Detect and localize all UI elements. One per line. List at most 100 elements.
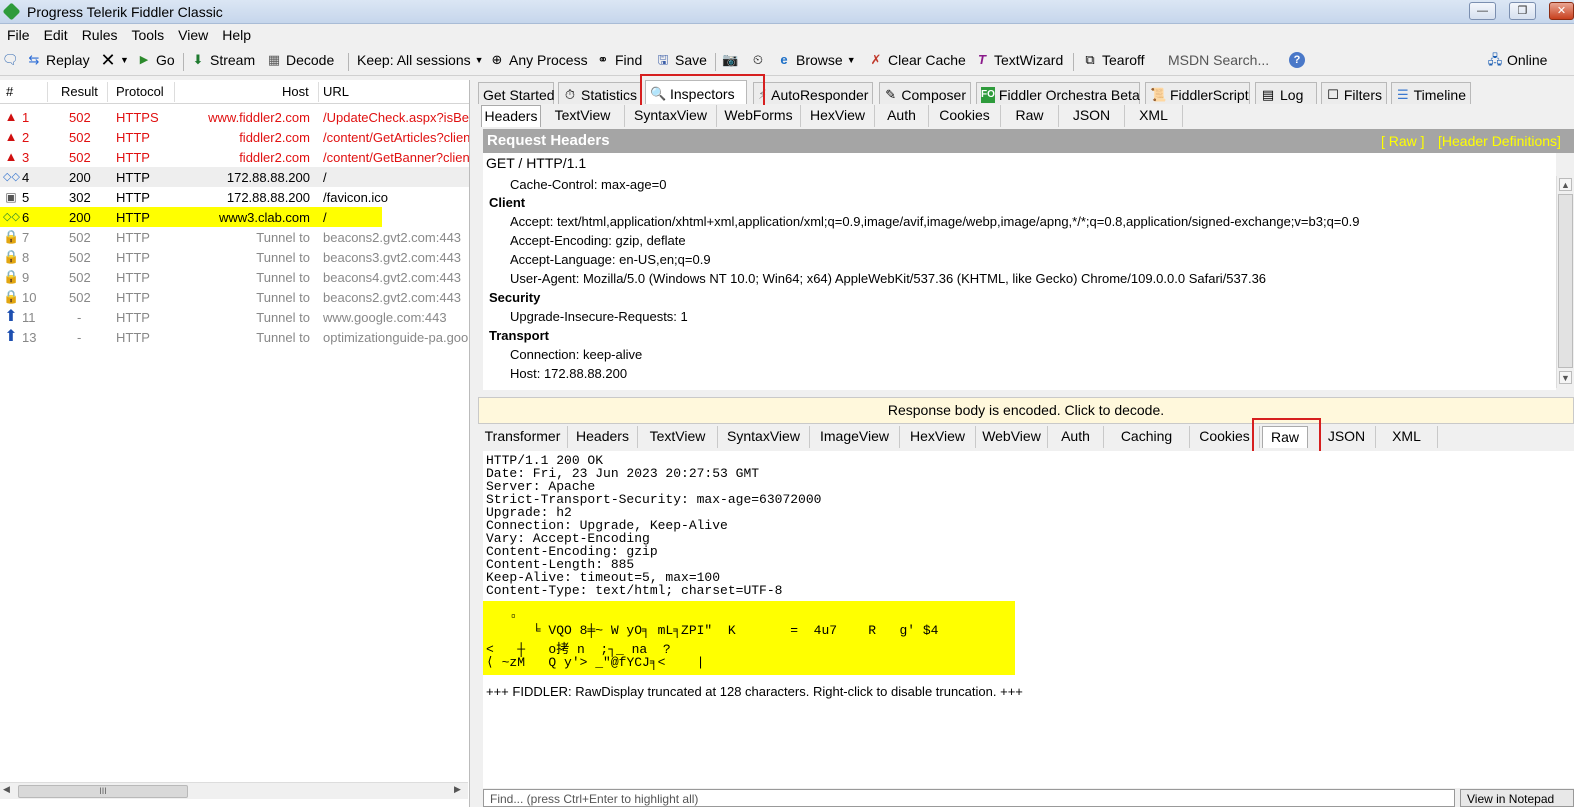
session-row[interactable]: ◇◇ 4 200 HTTP 172.88.88.200 /: [0, 167, 469, 187]
req-tab-webforms[interactable]: WebForms: [717, 105, 801, 127]
tearoff-button[interactable]: ⧉ Tearoff: [1082, 52, 1144, 68]
req-tab-auth[interactable]: Auth: [875, 105, 929, 127]
session-row[interactable]: 🔒 7 502 HTTP Tunnel to beacons2.gvt2.com…: [0, 227, 469, 247]
go-button[interactable]: ▶ Go: [136, 52, 175, 68]
session-num: 9: [22, 270, 30, 285]
resp-tab-webview[interactable]: WebView: [976, 426, 1048, 448]
save-button[interactable]: 🖫 Save: [655, 52, 707, 68]
replay-button[interactable]: ⇆ Replay: [26, 52, 90, 68]
minimize-button[interactable]: —: [1469, 2, 1496, 20]
msdn-search-input[interactable]: MSDN Search...: [1168, 52, 1269, 68]
resp-tab-syntaxview[interactable]: SyntaxView: [718, 426, 810, 448]
session-list-header: # Result Protocol Host URL: [0, 80, 469, 104]
header-definitions-link[interactable]: [Header Definitions]: [1438, 133, 1561, 149]
network-online-icon: 🖧: [1487, 52, 1503, 67]
session-row[interactable]: ⬆ 11 - HTTP Tunnel to www.google.com:443: [0, 307, 469, 327]
tab-inspectors[interactable]: 🔍 Inspectors: [645, 80, 747, 104]
tab-fiddlerscript[interactable]: 📜 FiddlerScript: [1145, 82, 1250, 104]
resp-tab-imageview[interactable]: ImageView: [810, 426, 900, 448]
help-button[interactable]: ?: [1289, 52, 1305, 68]
decode-button[interactable]: ▦ Decode: [266, 52, 334, 68]
decode-notice-bar[interactable]: Response body is encoded. Click to decod…: [478, 397, 1574, 424]
tab-get-started[interactable]: Get Started: [478, 82, 555, 104]
req-tab-textview[interactable]: TextView: [541, 105, 625, 127]
menu-tools[interactable]: Tools: [124, 25, 171, 45]
header-accept: Accept: text/html,application/xhtml+xml,…: [510, 214, 1360, 229]
tab-autoresponder[interactable]: ⚡ AutoResponder: [753, 82, 873, 104]
session-row-selected[interactable]: ◇◇ 6 200 HTTP www3.clab.com /: [0, 207, 469, 227]
browse-button[interactable]: e Browse ▼: [776, 52, 855, 68]
session-row[interactable]: ⬆ 13 - HTTP Tunnel to optimizationguide-…: [0, 327, 469, 347]
session-row[interactable]: 🔒 9 502 HTTP Tunnel to beacons4.gvt2.com…: [0, 267, 469, 287]
col-protocol[interactable]: Protocol: [116, 84, 164, 99]
req-tab-cookies[interactable]: Cookies: [929, 105, 1001, 127]
session-row[interactable]: 🔒 10 502 HTTP Tunnel to beacons2.gvt2.co…: [0, 287, 469, 307]
req-tab-syntaxview[interactable]: SyntaxView: [625, 105, 717, 127]
menu-rules[interactable]: Rules: [75, 25, 125, 45]
timer-button[interactable]: ⏲: [750, 52, 766, 68]
session-row[interactable]: ▲ 3 502 HTTP fiddler2.com /content/GetBa…: [0, 147, 469, 167]
maximize-button[interactable]: ❐: [1509, 2, 1536, 20]
tab-label: Log: [1280, 86, 1304, 103]
resp-tab-transformer[interactable]: Transformer: [478, 426, 568, 448]
close-button[interactable]: ✕: [1549, 2, 1574, 20]
online-indicator[interactable]: 🖧 Online: [1487, 52, 1548, 68]
request-vertical-scrollbar[interactable]: ▲ ▼: [1556, 176, 1574, 388]
tab-statistics[interactable]: ⏱ Statistics: [558, 82, 642, 104]
scroll-up-icon[interactable]: ▲: [1559, 178, 1572, 191]
req-tab-json[interactable]: JSON: [1059, 105, 1125, 127]
resp-tab-xml[interactable]: XML: [1376, 426, 1438, 448]
resp-tab-hexview[interactable]: HexView: [900, 426, 976, 448]
scroll-thumb[interactable]: [1558, 194, 1573, 368]
keep-sessions-dropdown[interactable]: Keep: All sessions ▼: [357, 52, 484, 68]
req-tab-xml[interactable]: XML: [1125, 105, 1183, 127]
resp-tab-textview[interactable]: TextView: [638, 426, 718, 448]
screenshot-button[interactable]: 📷: [722, 52, 738, 68]
horizontal-scrollbar[interactable]: ◀ III ▶: [0, 782, 468, 799]
raw-link[interactable]: [ Raw ]: [1381, 133, 1425, 149]
tab-timeline[interactable]: ☰ Timeline: [1391, 82, 1471, 104]
resp-tab-caching[interactable]: Caching: [1104, 426, 1190, 448]
tab-filters[interactable]: ☐ Filters: [1321, 82, 1387, 104]
resp-tab-json[interactable]: JSON: [1318, 426, 1376, 448]
col-result[interactable]: Result: [61, 84, 98, 99]
save-label: Save: [675, 52, 707, 68]
scroll-left-icon[interactable]: ◀: [3, 784, 10, 795]
stream-button[interactable]: ⬇ Stream: [190, 52, 256, 68]
scroll-thumb[interactable]: III: [18, 785, 188, 798]
find-input[interactable]: Find... (press Ctrl+Enter to highlight a…: [483, 789, 1455, 807]
menu-edit[interactable]: Edit: [37, 25, 75, 45]
menu-view[interactable]: View: [171, 25, 215, 45]
menu-help[interactable]: Help: [215, 25, 258, 45]
any-process-button[interactable]: ⊕ Any Process: [489, 52, 588, 68]
clear-cache-button[interactable]: ✗ Clear Cache: [868, 52, 966, 68]
pane-splitter[interactable]: [470, 80, 478, 807]
req-tab-hexview[interactable]: HexView: [801, 105, 875, 127]
session-row[interactable]: 🔒 8 502 HTTP Tunnel to beacons3.gvt2.com…: [0, 247, 469, 267]
tab-fiddler-orchestra[interactable]: FO Fiddler Orchestra Beta: [976, 82, 1140, 104]
scroll-down-icon[interactable]: ▼: [1559, 371, 1572, 384]
col-host[interactable]: Host: [282, 84, 309, 99]
req-tab-raw[interactable]: Raw: [1001, 105, 1059, 127]
col-url[interactable]: URL: [323, 84, 349, 99]
comment-button[interactable]: 🗨: [2, 52, 19, 68]
session-row[interactable]: ▲ 1 502 HTTPS www.fiddler2.com /UpdateCh…: [0, 107, 469, 127]
scroll-right-icon[interactable]: ▶: [454, 784, 461, 795]
tab-composer[interactable]: ✎ Composer: [879, 82, 971, 104]
view-in-notepad-button[interactable]: View in Notepad: [1460, 789, 1574, 807]
session-row[interactable]: ▲ 2 502 HTTP fiddler2.com /content/GetAr…: [0, 127, 469, 147]
tab-log[interactable]: ▤ Log: [1255, 82, 1317, 104]
find-button[interactable]: ⚭ Find: [595, 52, 643, 68]
resp-tab-raw[interactable]: Raw: [1262, 426, 1308, 448]
menu-file[interactable]: File: [0, 25, 37, 45]
resp-tab-auth[interactable]: Auth: [1048, 426, 1104, 448]
req-tab-headers[interactable]: Headers: [481, 105, 541, 127]
response-raw-view[interactable]: HTTP/1.1 200 OK Date: Fri, 23 Jun 2023 2…: [483, 451, 1574, 788]
col-num[interactable]: #: [6, 84, 13, 99]
textwizard-label: TextWizard: [994, 52, 1064, 68]
resp-tab-headers[interactable]: Headers: [568, 426, 638, 448]
remove-button[interactable]: ✕ ▼: [100, 51, 128, 69]
session-row[interactable]: ▣ 5 302 HTTP 172.88.88.200 /favicon.ico: [0, 187, 469, 207]
resp-tab-cookies[interactable]: Cookies: [1190, 426, 1260, 448]
textwizard-button[interactable]: T TextWizard: [974, 52, 1063, 68]
